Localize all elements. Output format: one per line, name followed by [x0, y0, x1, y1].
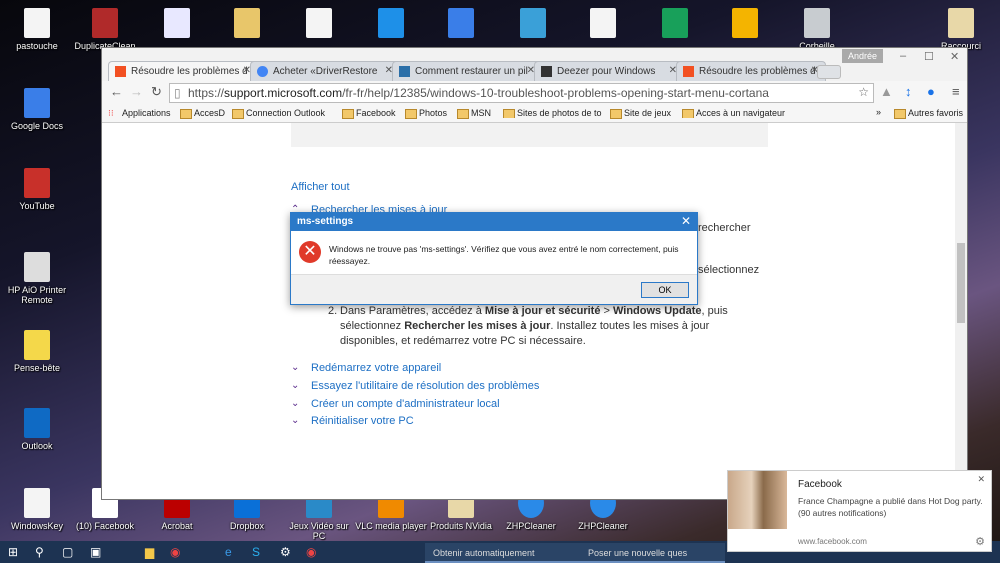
page-content: Afficher tout ⌃ Rechercher les mises à j… [102, 123, 957, 501]
desktop-icon[interactable]: HP AiO Printer Remote [0, 252, 74, 305]
windows-start-icon[interactable]: ⊞ [8, 545, 18, 559]
bookmark[interactable]: Acces à un navigateur [682, 108, 810, 118]
extension-icon[interactable]: ▲ [880, 84, 893, 99]
desktop-icon[interactable]: WindowsKey [0, 488, 74, 531]
desktop-icon[interactable]: Outlook [0, 408, 74, 451]
close-icon[interactable]: ✕ [681, 214, 691, 228]
skype-icon[interactable]: S [252, 545, 260, 559]
forward-button[interactable]: → [130, 84, 143, 99]
chevron-down-icon: ⌄ [291, 398, 300, 409]
task-view-icon[interactable]: ▢ [62, 545, 73, 559]
bookmark[interactable]: MSN [457, 108, 491, 119]
desktop-icon[interactable] [638, 8, 712, 41]
settings-icon[interactable]: ⚙ [280, 545, 291, 559]
gear-icon[interactable]: ⚙ [975, 535, 985, 548]
section-link[interactable]: Créer un compte d'administrateur local [311, 398, 500, 410]
site-favicon-icon [399, 66, 410, 77]
microsoft-favicon-icon [115, 66, 126, 77]
desktop-icon[interactable] [282, 8, 356, 41]
desktop-icon[interactable]: pastouche [0, 8, 74, 51]
new-tab-button[interactable] [817, 65, 841, 79]
page-icon: ▯ [174, 86, 181, 100]
bookmark[interactable]: Connection Outlook [232, 108, 325, 119]
section-link[interactable]: Réinitialiser votre PC [311, 415, 414, 427]
dialog-title: ms-settings ✕ [291, 213, 697, 231]
step-2: 2. Dans Paramètres, accédez à Mise à jour… [328, 305, 728, 347]
chevron-down-icon: ⌄ [291, 362, 300, 373]
chrome-icon[interactable]: ◉ [306, 545, 316, 559]
desktop-icon[interactable]: Google Docs [0, 88, 74, 131]
chevron-down-icon: ⌄ [291, 415, 300, 426]
section-link[interactable]: Essayez l'utilitaire de résolution des p… [311, 380, 539, 392]
desktop-icon[interactable] [708, 8, 782, 41]
tab[interactable]: Résoudre les problèmes d ✕ [676, 61, 826, 81]
bookmark[interactable]: Facebook [342, 108, 396, 119]
desktop-icon[interactable] [354, 8, 428, 41]
desktop-icon[interactable] [566, 8, 640, 41]
minimize-button[interactable]: – [900, 50, 906, 62]
bookmark[interactable]: AccesD [180, 108, 225, 119]
tab[interactable]: Comment restaurer un pil ✕ [392, 61, 542, 81]
bookmark[interactable]: Sites de photos de to [503, 108, 603, 118]
desktop-icon[interactable] [140, 8, 214, 41]
error-dialog: ms-settings ✕ ✕ Windows ne trouve pas 'ms… [290, 212, 698, 305]
chrome-icon[interactable]: ◉ [170, 545, 180, 559]
tab-bar: Résoudre les problèmes d ✕ Acheter «Drive… [102, 48, 967, 81]
more-bookmarks-button[interactable]: » [876, 107, 881, 117]
scrollbar-thumb[interactable] [957, 243, 965, 323]
recycle-bin-icon[interactable]: Corbeille [780, 8, 854, 51]
show-all-link[interactable]: Afficher tout [291, 181, 350, 193]
tab[interactable]: Acheter «DriverRestore ✕ [250, 61, 400, 81]
desktop-icon[interactable]: Raccourci [924, 8, 998, 51]
close-window-button[interactable]: ✕ [950, 50, 959, 63]
desktop-icon[interactable]: DuplicateClean [68, 8, 142, 51]
taskbar-window[interactable]: Obtenir automatiquement [425, 543, 595, 563]
error-icon: ✕ [299, 241, 321, 263]
desktop-icon[interactable] [210, 8, 284, 41]
toolbar: ← → ↻ ▯ https://support.microsoft.com/fr-… [102, 81, 967, 105]
bookmark-apps[interactable]: Applications [122, 108, 171, 118]
desktop-icon[interactable]: Pense-bête [0, 330, 74, 373]
search-icon[interactable]: ⚲ [35, 545, 44, 559]
back-button[interactable]: ← [110, 84, 123, 99]
maximize-button[interactable]: ☐ [924, 50, 934, 63]
deezer-favicon-icon [541, 66, 552, 77]
extension-icon[interactable]: ● [927, 84, 935, 99]
scrollbar[interactable] [955, 123, 967, 501]
profile-button[interactable]: Andrée [842, 49, 884, 63]
taskbar-window[interactable]: Poser une nouvelle ques [580, 543, 725, 563]
section-link[interactable]: Redémarrez votre appareil [311, 362, 441, 374]
tab[interactable]: Résoudre les problèmes d ✕ [108, 61, 258, 81]
other-bookmarks[interactable]: Autres favoris [894, 108, 963, 119]
bookmark[interactable]: Photos [405, 108, 447, 119]
extension-icon[interactable]: ↕ [905, 84, 912, 99]
menu-icon[interactable]: ≡ [952, 84, 960, 99]
dialog-message: Windows ne trouve pas 'ms-settings'. Vér… [329, 244, 679, 266]
notification-photo [728, 471, 787, 529]
notification[interactable]: Facebook France Champagne a publié dans … [727, 470, 992, 552]
desktop-icon[interactable] [496, 8, 570, 41]
chevron-down-icon: ⌄ [291, 380, 300, 391]
desktop-icon[interactable]: YouTube [0, 168, 74, 211]
content-box [291, 123, 768, 147]
chrome-favicon-icon [257, 66, 268, 77]
store-icon[interactable]: ▣ [90, 545, 101, 559]
edge-icon[interactable]: e [225, 545, 232, 559]
desktop-icon[interactable] [424, 8, 498, 41]
reload-button[interactable]: ↻ [151, 84, 162, 100]
microsoft-favicon-icon [683, 66, 694, 77]
apps-icon: ⁝⁝ [108, 108, 114, 118]
address-bar[interactable]: ▯ https://support.microsoft.com/fr-fr/hel… [169, 83, 874, 103]
file-explorer-icon[interactable]: ▆ [145, 545, 154, 559]
bookmark-star-icon[interactable]: ☆ [858, 85, 869, 99]
close-icon[interactable]: ✕ [977, 474, 985, 485]
tab[interactable]: Deezer pour Windows ✕ [534, 61, 684, 81]
notification-source: www.facebook.com [798, 537, 867, 546]
bookmark[interactable]: Site de jeux [610, 108, 671, 119]
ok-button[interactable]: OK [641, 282, 689, 298]
bookmarks-bar: ⁝⁝ Applications AccesD Connection Outloo… [102, 105, 967, 123]
